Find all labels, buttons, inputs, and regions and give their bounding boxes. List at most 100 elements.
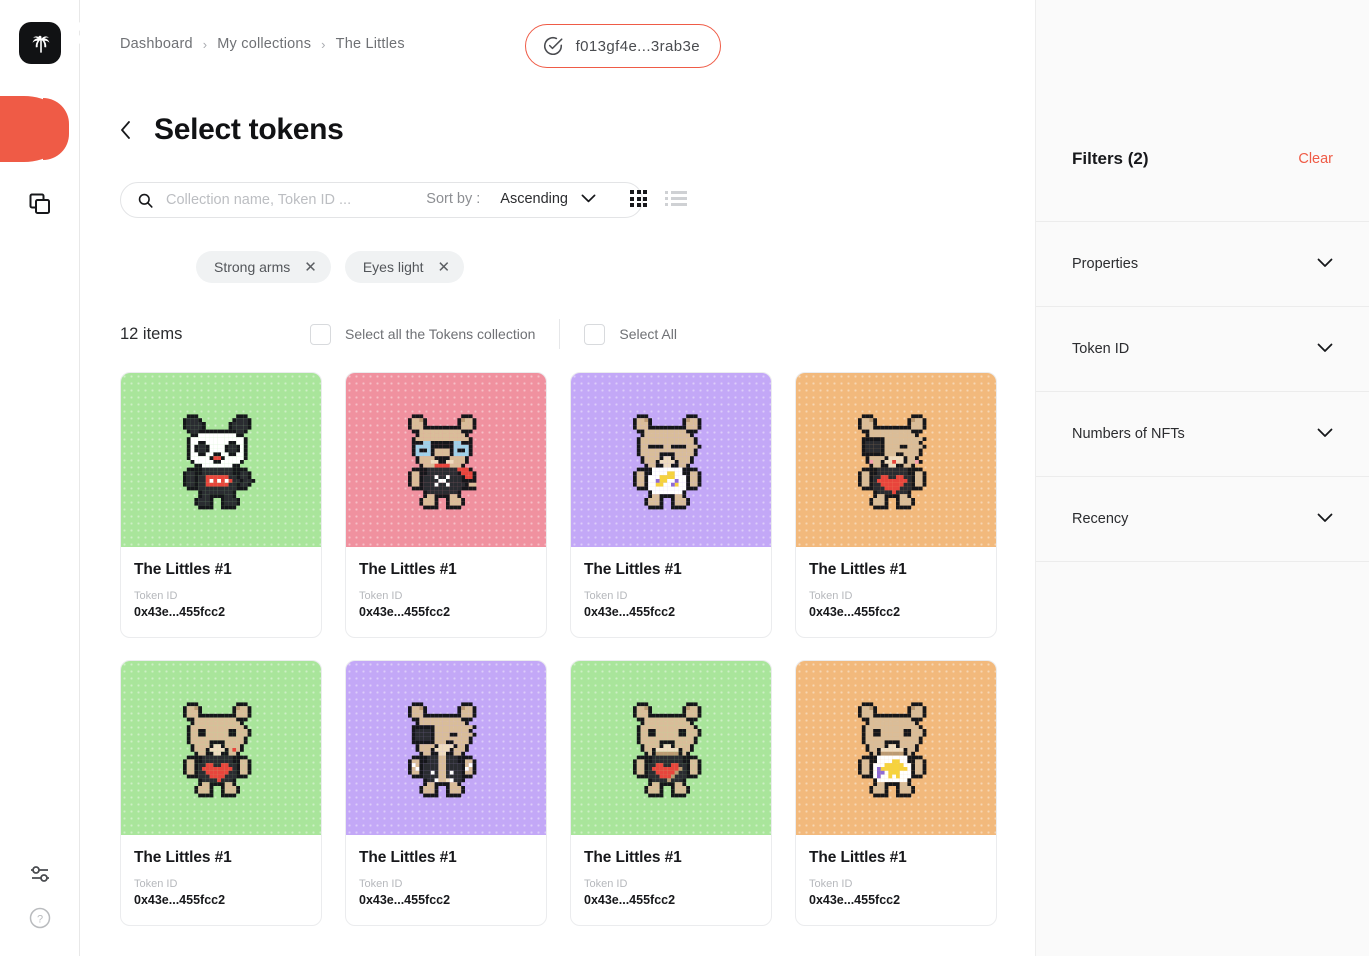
select-all-collection-label: Select all the Tokens collection <box>344 326 536 342</box>
back-button[interactable] <box>120 117 136 143</box>
item-count: 12 items <box>120 324 183 343</box>
filter-section-label: Recency <box>1072 511 1129 527</box>
token-id-value: 0x43e...455fcc2 <box>584 605 676 619</box>
chevron-down-icon[interactable] <box>1317 425 1333 443</box>
sidebar-item-collections-grid[interactable] <box>0 96 69 162</box>
token-thumbnail <box>796 373 996 547</box>
filter-section-label: Token ID <box>1072 341 1130 357</box>
select-all-label: Select All <box>619 326 677 342</box>
sidebar-item-settings[interactable] <box>0 851 80 897</box>
token-id-label: Token ID <box>809 878 853 890</box>
wallet-address-pill[interactable]: f013gf4e...3rab3e <box>524 24 721 68</box>
token-card[interactable]: The Littles #1 Token ID 0x43e...455fcc2 <box>120 372 322 638</box>
token-thumbnail <box>571 373 771 547</box>
token-id-label: Token ID <box>584 878 628 890</box>
token-id-label: Token ID <box>134 590 178 602</box>
sort-by-label: Sort by : <box>426 190 481 207</box>
token-card-body: The Littles #1 Token ID 0x43e...455fcc2 <box>121 547 321 637</box>
breadcrumb-item-the-littles[interactable]: The Littles <box>336 36 405 52</box>
filter-section-label: Numbers of NFTs <box>1072 426 1185 442</box>
filters-title: Filters (2) <box>1072 148 1149 168</box>
list-view-button[interactable] <box>665 191 687 206</box>
wallet-address-text: f013gf4e...3rab3e <box>575 37 700 55</box>
grid-view-icon <box>630 190 647 207</box>
filter-section-properties[interactable]: Properties <box>1036 222 1369 307</box>
toolbar-divider <box>559 319 561 349</box>
chevron-down-icon[interactable] <box>1317 340 1333 358</box>
svg-text:?: ? <box>37 914 43 926</box>
token-title: The Littles #1 <box>584 561 682 578</box>
select-all-row[interactable]: Select All <box>584 323 677 345</box>
nft-pixel-art <box>408 414 477 510</box>
token-thumbnail <box>346 373 546 547</box>
left-nav-rail: ? <box>0 0 88 956</box>
token-title: The Littles #1 <box>809 561 907 578</box>
close-icon[interactable]: ✕ <box>304 260 317 275</box>
token-id-label: Token ID <box>134 878 178 890</box>
token-thumbnail <box>121 661 321 835</box>
token-title: The Littles #1 <box>359 561 457 578</box>
sidebar-item-help[interactable]: ? <box>0 895 80 941</box>
token-card-body: The Littles #1 Token ID 0x43e...455fcc2 <box>346 835 546 925</box>
filter-chip-label: Eyes light <box>362 259 424 275</box>
breadcrumb-item-dashboard[interactable]: Dashboard <box>120 36 193 52</box>
token-card[interactable]: The Littles #1 Token ID 0x43e...455fcc2 <box>120 660 322 926</box>
nft-pixel-art <box>408 702 477 798</box>
view-toggle-group <box>630 190 687 207</box>
clear-filters-button[interactable]: Clear <box>1298 151 1333 167</box>
filter-chip-strong-arms[interactable]: Strong arms ✕ <box>196 251 331 283</box>
filter-section-numbers-of-nfts[interactable]: Numbers of NFTs <box>1036 392 1369 477</box>
list-toolbar: 12 items Select all the Tokens collectio… <box>120 319 677 349</box>
token-card[interactable]: The Littles #1 Token ID 0x43e...455fcc2 <box>345 372 547 638</box>
nft-pixel-art <box>183 702 252 798</box>
token-thumbnail <box>346 661 546 835</box>
filter-section-recency[interactable]: Recency <box>1036 477 1369 562</box>
sidebar-item-copy-layers[interactable] <box>0 181 80 227</box>
filter-section-token-id[interactable]: Token ID <box>1036 307 1369 392</box>
filter-chip-label: Strong arms <box>214 259 291 275</box>
question-circle-help-icon: ? <box>29 907 51 929</box>
token-id-value: 0x43e...455fcc2 <box>134 893 226 907</box>
breadcrumb-item-my-collections[interactable]: My collections <box>217 36 311 52</box>
token-id-value: 0x43e...455fcc2 <box>809 893 901 907</box>
token-card[interactable]: The Littles #1 Token ID 0x43e...455fcc2 <box>795 372 997 638</box>
token-card-body: The Littles #1 Token ID 0x43e...455fcc2 <box>571 547 771 637</box>
token-card-body: The Littles #1 Token ID 0x43e...455fcc2 <box>796 835 996 925</box>
token-title: The Littles #1 <box>134 561 232 578</box>
token-card[interactable]: The Littles #1 Token ID 0x43e...455fcc2 <box>570 660 772 926</box>
token-id-label: Token ID <box>584 590 628 602</box>
token-title: The Littles #1 <box>584 849 682 866</box>
select-all-collection-row[interactable]: Select all the Tokens collection <box>309 323 536 345</box>
filter-sections: Properties Token ID Numbers of NFTs Recency <box>1036 222 1369 562</box>
select-all-collection-checkbox[interactable] <box>309 323 331 345</box>
chevron-left-icon <box>121 121 130 139</box>
nft-pixel-art <box>183 414 256 510</box>
chevron-down-icon[interactable] <box>1317 255 1333 273</box>
token-card[interactable]: The Littles #1 Token ID 0x43e...455fcc2 <box>795 660 997 926</box>
search-icon <box>138 193 153 208</box>
token-id-value: 0x43e...455fcc2 <box>359 605 451 619</box>
grid-dots-icon <box>66 22 88 44</box>
token-id-value: 0x43e...455fcc2 <box>359 893 451 907</box>
close-icon[interactable]: ✕ <box>438 260 451 275</box>
token-title: The Littles #1 <box>809 849 907 866</box>
token-card-body: The Littles #1 Token ID 0x43e...455fcc2 <box>121 835 321 925</box>
select-all-checkbox[interactable] <box>584 323 606 345</box>
token-thumbnail <box>121 373 321 547</box>
grid-view-button[interactable] <box>630 190 647 207</box>
nft-pixel-art <box>633 414 702 510</box>
token-card-body: The Littles #1 Token ID 0x43e...455fcc2 <box>571 835 771 925</box>
token-id-label: Token ID <box>809 590 853 602</box>
token-card[interactable]: The Littles #1 Token ID 0x43e...455fcc2 <box>570 372 772 638</box>
app-logo[interactable] <box>19 22 61 64</box>
filter-chip-eyes-light[interactable]: Eyes light ✕ <box>344 251 465 283</box>
token-card[interactable]: The Littles #1 Token ID 0x43e...455fcc2 <box>345 660 547 926</box>
filters-header: Filters (2) Clear <box>1036 96 1369 222</box>
chevron-down-icon[interactable] <box>1317 510 1333 528</box>
sort-select[interactable]: Ascending <box>500 191 596 207</box>
token-card-body: The Littles #1 Token ID 0x43e...455fcc2 <box>346 547 546 637</box>
token-thumbnail <box>796 661 996 835</box>
sort-and-view-controls: Sort by : Ascending <box>426 190 687 207</box>
sliders-settings-icon <box>31 866 49 882</box>
breadcrumb-separator: › <box>321 36 326 52</box>
